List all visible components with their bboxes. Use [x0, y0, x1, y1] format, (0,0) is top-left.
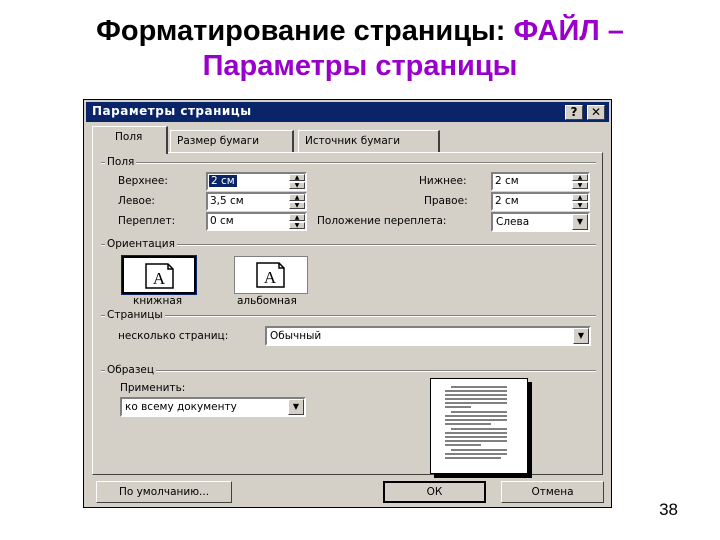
ok-button[interactable]: ОК [383, 481, 486, 503]
apply-to-select[interactable]: ко всему документу ▼ [120, 397, 306, 417]
spin-down-icon[interactable]: ▼ [289, 202, 305, 209]
chevron-down-icon[interactable]: ▼ [573, 328, 589, 344]
spin-up-icon[interactable]: ▲ [289, 194, 305, 201]
gutter-position-select[interactable]: Слева ▼ [491, 212, 590, 232]
gutter-value[interactable]: 0 см [210, 215, 234, 227]
tab-panel-margins: Поля Верхнее: 2 см ▲ ▼ Левое: 3,5 см ▲ ▼ П… [92, 152, 603, 475]
gutter-position-value: Слева [496, 216, 530, 228]
spin-up-icon[interactable]: ▲ [289, 214, 305, 221]
landscape-option[interactable]: A [234, 256, 308, 294]
tab-paper-size[interactable]: Размер бумаги [170, 130, 294, 152]
gutter-label: Переплет: [118, 215, 176, 227]
bottom-margin-value[interactable]: 2 см [495, 175, 519, 187]
pages-group-label: Страницы [105, 309, 165, 321]
slide-number: 38 [659, 500, 678, 519]
bottom-margin-label: Нижнее: [419, 175, 467, 187]
slide-title: Форматирование страницы: ФАЙЛ – Параметр… [0, 14, 720, 84]
margins-separator [101, 162, 596, 164]
svg-text:A: A [153, 269, 166, 288]
svg-text:A: A [264, 268, 277, 287]
dialog-title: Параметры страницы [92, 104, 252, 118]
dialog-titlebar[interactable]: Параметры страницы ? ✕ [86, 102, 609, 122]
portrait-option[interactable]: A [121, 255, 197, 295]
apply-label: Применить: [120, 382, 186, 394]
top-margin-label: Верхнее: [118, 175, 168, 187]
preview-separator [101, 370, 596, 372]
cancel-button[interactable]: Отмена [501, 481, 604, 503]
margins-group-label: Поля [105, 156, 137, 168]
spin-up-icon[interactable]: ▲ [572, 194, 588, 201]
slide-title-text: Форматирование страницы: [96, 15, 514, 47]
bottom-margin-spinner[interactable]: 2 см ▲ ▼ [491, 172, 590, 191]
left-margin-spinner[interactable]: 3,5 см ▲ ▼ [206, 192, 307, 211]
landscape-page-icon: A [256, 262, 285, 288]
page-setup-dialog: Параметры страницы ? ✕ Поля Размер бумаг… [83, 99, 612, 508]
preview-group-label: Образец [105, 364, 157, 376]
orientation-group-label: Ориентация [105, 238, 177, 250]
multiple-pages-label: несколько страниц: [118, 330, 229, 342]
spin-down-icon[interactable]: ▼ [572, 202, 588, 209]
landscape-label[interactable]: альбомная [237, 295, 297, 307]
slide-title-line2: Параметры страницы [202, 50, 518, 82]
spin-down-icon[interactable]: ▼ [289, 182, 305, 189]
spin-down-icon[interactable]: ▼ [572, 182, 588, 189]
chevron-down-icon[interactable]: ▼ [572, 214, 588, 230]
left-margin-value[interactable]: 3,5 см [210, 195, 244, 207]
pages-separator [101, 315, 596, 317]
page-preview [430, 378, 528, 474]
default-button[interactable]: По умолчанию... [96, 481, 232, 503]
gutter-spinner[interactable]: 0 см ▲ ▼ [206, 212, 307, 231]
help-button[interactable]: ? [565, 105, 583, 120]
left-margin-label: Левое: [118, 195, 155, 207]
top-margin-value[interactable]: 2 см [209, 175, 237, 187]
slide-title-accent: ФАЙЛ – [513, 15, 624, 47]
apply-to-value: ко всему документу [125, 401, 237, 413]
gutter-position-label: Положение переплета: [317, 215, 447, 227]
close-button[interactable]: ✕ [587, 105, 605, 120]
portrait-label[interactable]: книжная [133, 295, 182, 307]
right-margin-spinner[interactable]: 2 см ▲ ▼ [491, 192, 590, 211]
multiple-pages-value: Обычный [270, 330, 322, 342]
chevron-down-icon[interactable]: ▼ [288, 399, 304, 415]
tab-paper-source[interactable]: Источник бумаги [298, 130, 440, 152]
portrait-page-icon: A [145, 263, 174, 289]
spin-up-icon[interactable]: ▲ [289, 174, 305, 181]
right-margin-value[interactable]: 2 см [495, 195, 519, 207]
spin-up-icon[interactable]: ▲ [572, 174, 588, 181]
multiple-pages-select[interactable]: Обычный ▼ [265, 326, 591, 346]
page-preview-lines [445, 386, 507, 459]
tab-margins[interactable]: Поля [92, 126, 168, 154]
right-margin-label: Правое: [424, 195, 468, 207]
spin-down-icon[interactable]: ▼ [289, 222, 305, 229]
top-margin-spinner[interactable]: 2 см ▲ ▼ [206, 172, 307, 191]
